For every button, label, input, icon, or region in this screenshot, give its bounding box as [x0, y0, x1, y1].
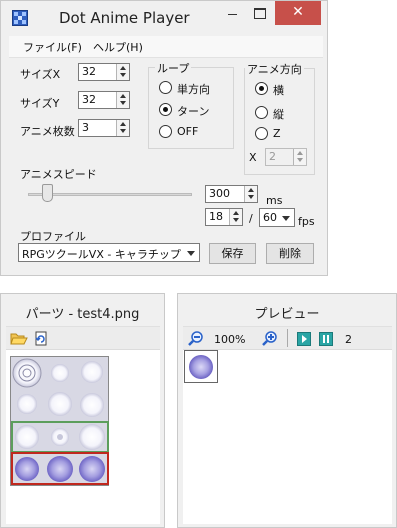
radio-icon[interactable]: [159, 81, 172, 94]
size-x-stepper[interactable]: 32: [78, 63, 130, 81]
profile-value: RPGツクールVX - キャラチップ: [22, 248, 181, 261]
speed-frames-value: 18: [209, 210, 223, 223]
spin-up-icon[interactable]: [120, 122, 126, 126]
fps-unit: fps: [298, 215, 315, 228]
menu-bar: ファイル(F) ヘルプ(H): [9, 36, 323, 58]
app-icon: [12, 10, 28, 26]
spin-down-icon[interactable]: [233, 218, 239, 222]
size-x-label: サイズX: [20, 68, 61, 81]
frame-count-arrows[interactable]: [116, 120, 129, 136]
direction-option-label: 横: [273, 84, 284, 97]
sheet-selection-red: [11, 452, 109, 485]
size-x-value: 32: [82, 65, 96, 78]
speed-ms-arrows[interactable]: [244, 186, 257, 202]
zoom-out-icon[interactable]: [187, 330, 204, 347]
radio-icon[interactable]: [255, 106, 268, 119]
size-x-arrows[interactable]: [116, 64, 129, 80]
speed-label: アニメスピード: [20, 168, 97, 181]
close-button[interactable]: ✕: [275, 1, 321, 25]
profile-label: プロファイル: [20, 230, 86, 243]
open-folder-icon[interactable]: [10, 332, 28, 346]
play-icon[interactable]: [297, 332, 311, 346]
spin-down-icon[interactable]: [297, 158, 303, 162]
spin-up-icon[interactable]: [248, 188, 254, 192]
loop-option-label: ターン: [177, 105, 210, 118]
radio-checked-icon[interactable]: [159, 103, 172, 116]
loop-group-title: ループ: [155, 60, 192, 76]
speed-frames-arrows[interactable]: [229, 209, 242, 225]
size-y-value: 32: [82, 93, 96, 106]
maximize-button[interactable]: [245, 1, 273, 25]
spin-up-icon[interactable]: [120, 66, 126, 70]
pause-icon[interactable]: [319, 332, 333, 346]
direction-group-title: アニメ方向: [245, 61, 304, 77]
animation-preview: [184, 350, 218, 383]
parts-toolbar: [6, 326, 160, 350]
menu-help[interactable]: ヘルプ(H): [93, 39, 143, 55]
size-y-label: サイズY: [20, 97, 60, 110]
save-profile-button[interactable]: 保存: [209, 243, 256, 264]
speed-ms-stepper[interactable]: 300: [205, 185, 258, 203]
fps-value: 60: [263, 211, 277, 224]
spin-down-icon[interactable]: [248, 195, 254, 199]
size-y-arrows[interactable]: [116, 92, 129, 108]
current-frame-number: 2: [345, 333, 352, 346]
spin-up-icon[interactable]: [297, 151, 303, 155]
chevron-down-icon: [187, 251, 195, 256]
chevron-down-icon: [282, 216, 290, 221]
spin-down-icon[interactable]: [120, 129, 126, 133]
direction-option-label: Z: [273, 127, 281, 140]
direction-x-label: X: [249, 151, 257, 164]
delete-profile-button[interactable]: 削除: [266, 243, 314, 264]
zoom-in-icon[interactable]: [261, 330, 278, 347]
size-y-stepper[interactable]: 32: [78, 91, 130, 109]
direction-option-label: 縦: [273, 108, 284, 121]
direction-group: アニメ方向 横 縦 Z X 2: [244, 61, 315, 175]
speed-divider: /: [249, 212, 253, 225]
profile-select[interactable]: RPGツクールVX - キャラチップ: [18, 243, 200, 262]
preview-panel-title: プレビュー: [254, 307, 320, 322]
speed-frames-stepper[interactable]: 18: [205, 208, 243, 226]
loop-option-label: OFF: [177, 125, 199, 138]
parts-panel-title: パーツ - test4.png: [25, 307, 140, 322]
loop-option-label: 単方向: [177, 83, 210, 96]
frame-count-value: 3: [82, 121, 89, 134]
spin-down-icon[interactable]: [120, 101, 126, 105]
window-title: Dot Anime Player: [59, 9, 190, 27]
direction-x-stepper[interactable]: 2: [265, 148, 307, 166]
radio-icon[interactable]: [159, 125, 172, 138]
frame-count-label: アニメ枚数: [20, 125, 75, 138]
minimize-button[interactable]: [219, 1, 245, 25]
title-bar: Dot Anime Player ✕: [1, 1, 327, 34]
speed-ms-value: 300: [209, 187, 230, 200]
spin-up-icon[interactable]: [120, 94, 126, 98]
close-icon: ✕: [292, 4, 304, 20]
speed-slider-thumb[interactable]: [42, 184, 53, 202]
fps-select[interactable]: 60: [259, 208, 295, 227]
reload-icon[interactable]: [33, 330, 48, 346]
speed-ms-unit: ms: [266, 194, 283, 207]
spin-down-icon[interactable]: [120, 73, 126, 77]
zoom-level: 100%: [214, 333, 246, 346]
direction-x-arrows[interactable]: [293, 149, 306, 165]
menu-file[interactable]: ファイル(F): [23, 39, 82, 55]
frame-count-stepper[interactable]: 3: [78, 119, 130, 137]
loop-group: ループ 単方向 ターン OFF: [148, 60, 234, 149]
radio-icon[interactable]: [255, 127, 268, 140]
spin-up-icon[interactable]: [233, 211, 239, 215]
sheet-selection-green: [11, 421, 109, 453]
toolbar-separator: [287, 329, 288, 347]
direction-x-value: 2: [269, 150, 276, 163]
radio-checked-icon[interactable]: [255, 82, 268, 95]
